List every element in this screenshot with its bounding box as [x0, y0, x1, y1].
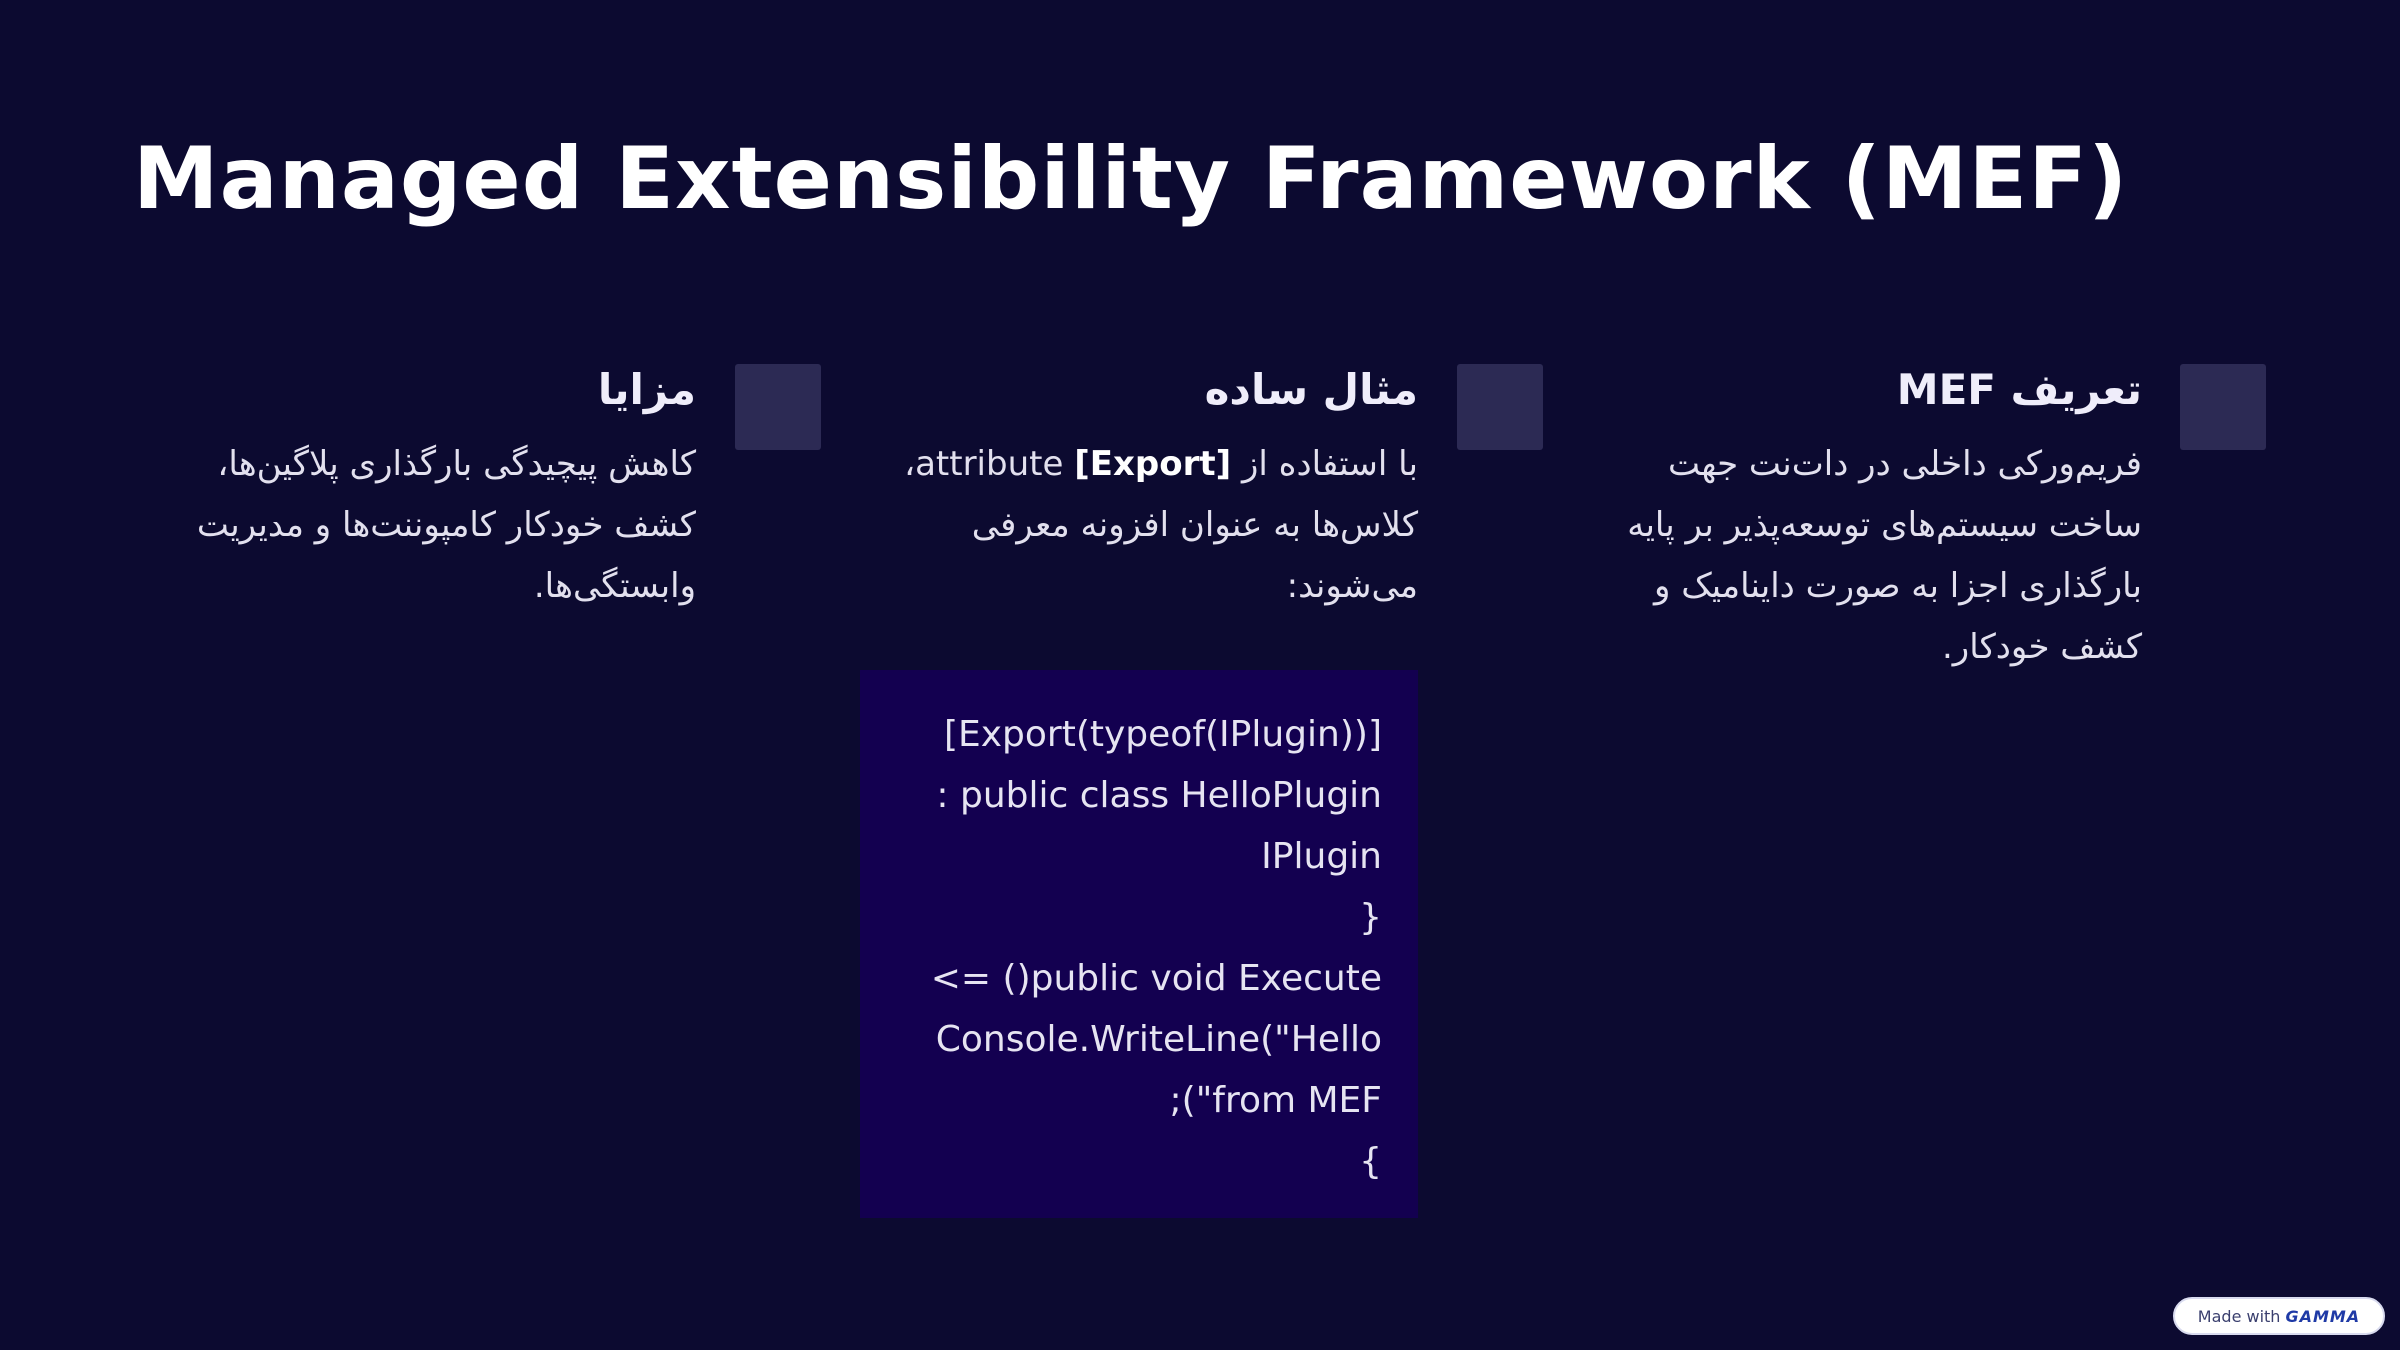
- advantages-line-2: کشف خودکار کامپوننت‌ها و مدیریت: [196, 505, 696, 545]
- code-line: Console.WriteLine("Hello: [935, 1019, 1382, 1060]
- code-line: {: [1359, 897, 1382, 938]
- advantages-body: کاهش پیچیدگی بارگذاری پلاگین‌ها، کشف خود…: [133, 434, 696, 617]
- example-line-1: با استفاده از [Export] attribute،: [904, 444, 1418, 484]
- made-with-gamma-badge[interactable]: Made with GAMMA: [2173, 1297, 2385, 1335]
- code-line: }: [1359, 1141, 1382, 1182]
- code-line: [Export(typeof(IPlugin))]: [943, 714, 1382, 755]
- example-heading: مثال ساده: [1204, 365, 1418, 414]
- example-line-3: می‌شوند:: [1286, 566, 1418, 606]
- example-body: با استفاده از [Export] attribute، کلاس‌ه…: [860, 434, 1418, 617]
- definition-body: فریم‌ورکی داخلی در دات‌نت جهت ساخت سیستم…: [1560, 434, 2142, 678]
- example-line-1-rest: attribute،: [904, 444, 1075, 484]
- export-attribute-label: [Export]: [1074, 444, 1232, 484]
- example-line-2: کلاس‌ها به عنوان افزونه معرفی: [971, 505, 1418, 545]
- badge-prefix: Made with: [2197, 1306, 2281, 1326]
- advantages-line-3: وابستگی‌ها.: [533, 566, 696, 606]
- example-line-1-prefix: با استفاده از: [1231, 444, 1418, 484]
- advantages-column-icon: [735, 364, 821, 450]
- example-column-icon: [1457, 364, 1543, 450]
- definition-heading: تعریف MEF: [1896, 365, 2142, 414]
- definition-line-2: ساخت سیستم‌های توسعه‌پذیر بر پایه: [1627, 505, 2142, 545]
- code-block: [Export(typeof(IPlugin))] public class H…: [860, 670, 1418, 1218]
- code-line: public void Execute() =>: [930, 958, 1382, 999]
- gamma-logo: GAMMA: [2285, 1306, 2361, 1326]
- code-line: from MEF");: [1169, 1080, 1382, 1121]
- advantages-column: مزایا کاهش پیچیدگی بارگذاری پلاگین‌ها، ک…: [133, 360, 696, 617]
- code-line: public class HelloPlugin :: [936, 775, 1382, 816]
- advantages-line-1: کاهش پیچیدگی بارگذاری پلاگین‌ها،: [217, 444, 696, 484]
- definition-line-3: بارگذاری اجزا به صورت داینامیک و: [1653, 566, 2142, 606]
- definition-column-icon: [2180, 364, 2266, 450]
- definition-line-4: کشف خودکار.: [1941, 627, 2142, 667]
- definition-column: تعریف MEF فریم‌ورکی داخلی در دات‌نت جهت …: [1560, 360, 2142, 678]
- definition-line-1: فریم‌ورکی داخلی در دات‌نت جهت: [1668, 444, 2142, 484]
- example-column: مثال ساده با استفاده از [Export] attribu…: [860, 360, 1418, 617]
- slide-title: Managed Extensibility Framework (MEF): [133, 129, 2129, 229]
- advantages-heading: مزایا: [597, 365, 696, 414]
- code-line: IPlugin: [1261, 836, 1382, 877]
